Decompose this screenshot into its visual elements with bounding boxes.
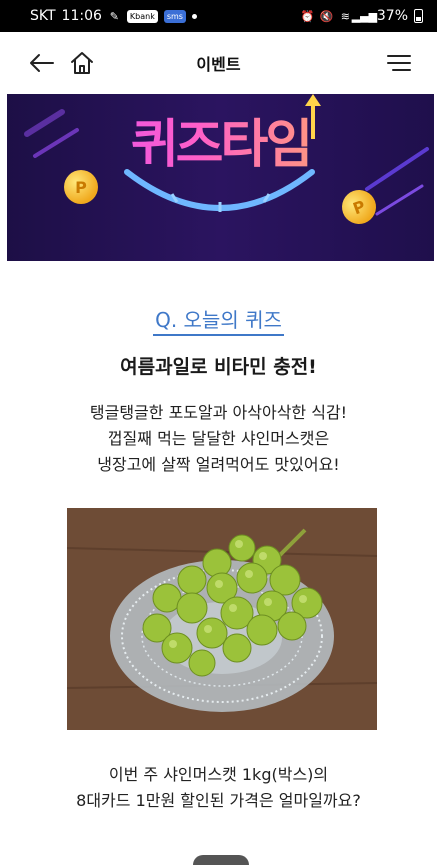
menu-button[interactable] [385, 49, 413, 77]
battery-percent: 37% [376, 8, 408, 24]
battery-icon [414, 9, 423, 23]
shine-muscat-photo [67, 508, 377, 730]
wifi-icon: ≋ [340, 9, 350, 23]
alarm-icon: ⏰ [300, 9, 315, 23]
scroll-indicator[interactable] [193, 855, 249, 865]
point-coin-icon: P [64, 170, 98, 204]
hamburger-menu-icon [387, 55, 411, 71]
kbank-notification-icon: Kbank [126, 9, 158, 23]
clock: 11:06 [61, 8, 102, 24]
page-title: 이벤트 [196, 55, 241, 74]
status-bar: SKT 11:06 ✎ Kbank sms ⏰ 🔇 ≋ ▂▄▆ 37% [0, 0, 437, 32]
quiz-title: 여름과일로 비타민 충전! [120, 356, 317, 378]
quiz-label: Q. 오늘의 퀴즈 [0, 304, 437, 336]
status-left: SKT 11:06 ✎ Kbank sms [30, 8, 197, 24]
quiz-description-line: 냉장고에 살짝 얼려먹어도 맛있어요! [97, 455, 340, 474]
quiz-description-line: 껍질째 먹는 달달한 샤인머스캣은 [107, 429, 330, 448]
quiz-description: 탱글탱글한 포도알과 아삭아삭한 식감! 껍질째 먹는 달달한 샤인머스캣은 냉… [0, 400, 437, 478]
quiz-question-line: 이번 주 샤인머스캣 1kg(박스)의 [108, 765, 329, 784]
quiz-question-line: 8대카드 1만원 할인된 가격은 얼마일까요? [76, 791, 361, 810]
app-header: 이벤트 [0, 32, 437, 94]
quiz-question: 이번 주 샤인머스캣 1kg(박스)의 8대카드 1만원 할인된 가격은 얼마일… [0, 762, 437, 814]
pen-icon: ✎ [109, 9, 120, 23]
quiz-label-text: Q. 오늘의 퀴즈 [153, 308, 284, 336]
arrow-left-icon [30, 54, 54, 72]
more-notifications-icon [191, 13, 197, 19]
signal-icon: ▂▄▆ [351, 9, 378, 23]
status-right: ⏰ 🔇 ≋ ▂▄▆ 37% [301, 8, 423, 24]
banner-title: 퀴즈타임 [7, 102, 434, 177]
back-button[interactable] [28, 49, 56, 77]
mute-icon: 🔇 [319, 9, 334, 23]
carrier: SKT [30, 8, 56, 24]
quiz-description-line: 탱글탱글한 포도알과 아삭아삭한 식감! [89, 403, 348, 422]
sms-notification-icon: sms [163, 9, 186, 23]
grape-plate-illustration [67, 508, 377, 730]
home-icon [71, 52, 93, 74]
home-button[interactable] [68, 49, 96, 77]
quiz-time-banner: 퀴즈타임 P P [7, 94, 434, 261]
